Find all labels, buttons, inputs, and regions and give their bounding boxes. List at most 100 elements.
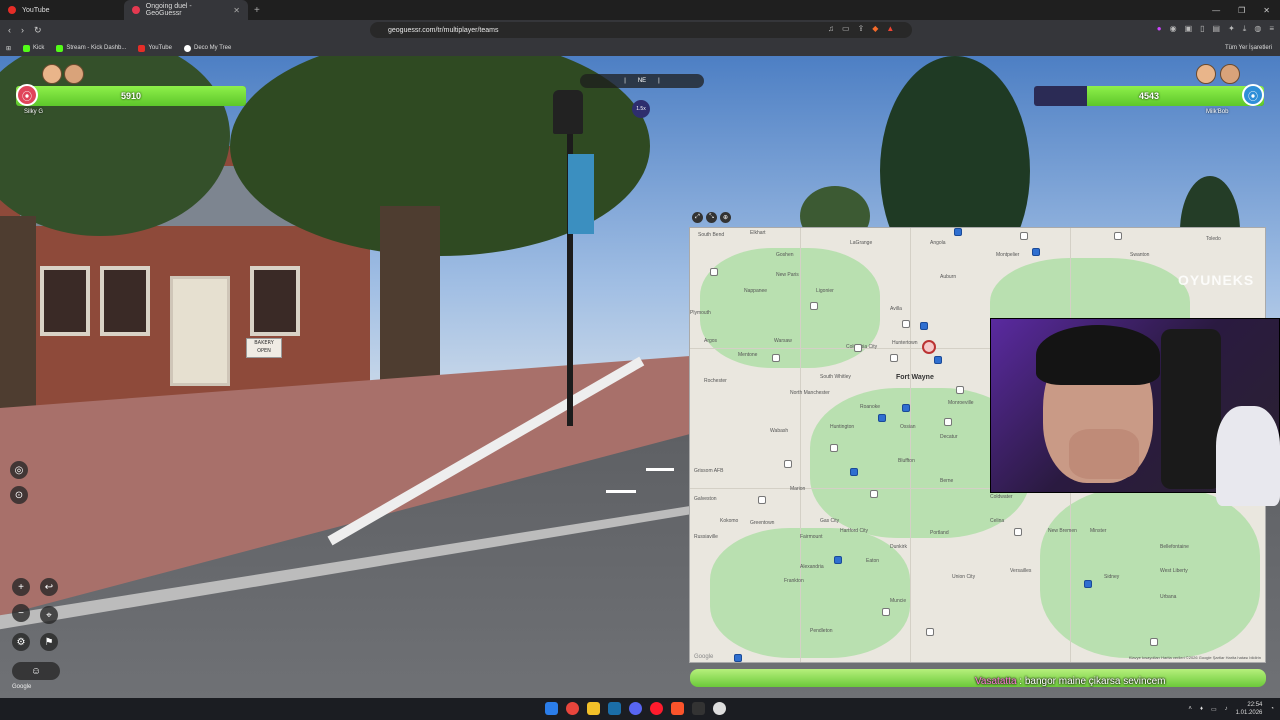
highway-shield-icon — [854, 344, 862, 352]
all-bookmarks[interactable]: Tüm Yer İşaretleri — [1225, 45, 1280, 51]
game-stage[interactable]: BAKERY OPEN | NE | 1.5x 5910 ⦿ Silky G 4… — [0, 56, 1280, 698]
bookmark-label: Deco My Tree — [193, 45, 232, 51]
map-town: Ligonier — [816, 288, 834, 294]
map-town: Eaton — [866, 558, 880, 564]
puzzle-icon[interactable]: ▣ — [1185, 24, 1193, 34]
highway-shield-icon — [830, 444, 838, 452]
bookmark-youtube[interactable]: YouTube — [138, 44, 172, 52]
highway-shield-icon — [784, 460, 792, 468]
window — [250, 266, 300, 336]
lamp-post — [567, 96, 573, 426]
streamer-hand — [1069, 429, 1139, 479]
screen-icon[interactable]: ▭ — [842, 24, 850, 33]
extension-icon[interactable]: ● — [1157, 24, 1162, 34]
bookmark-kick[interactable]: Kick — [23, 44, 44, 52]
close-window-button[interactable]: ✕ — [1263, 6, 1270, 15]
back-button[interactable]: ‹ — [8, 25, 11, 36]
chrome-icon[interactable] — [566, 702, 579, 715]
tab-geoguessr[interactable]: Ongoing duel - GeoGuessr ✕ — [124, 0, 248, 20]
return-to-start-icon[interactable]: ⌖ — [40, 606, 58, 624]
map-town: Swanton — [1130, 252, 1150, 258]
camera-icon[interactable]: ◎ — [10, 461, 28, 479]
volume-icon[interactable]: ♪ — [1225, 706, 1228, 712]
mic-icon[interactable]: ♦ — [1200, 706, 1203, 712]
map-town: Montpelier — [996, 252, 1020, 258]
bookmark-deco-my-tree[interactable]: Deco My Tree — [183, 44, 232, 52]
map-town: Nappanee — [744, 288, 768, 294]
share-icon[interactable]: ⇪ — [858, 24, 865, 33]
interstate-shield-icon — [834, 556, 842, 564]
map-town: West Liberty — [1160, 568, 1188, 574]
time: 22:54 — [1247, 702, 1263, 708]
leo-icon[interactable]: ✦ — [1228, 24, 1235, 34]
map-town: Dunkirk — [890, 544, 907, 550]
chevron-up-icon[interactable]: ˄ — [1188, 706, 1192, 712]
settings-icon[interactable]: ⚙ — [12, 633, 30, 651]
youtube-icon — [8, 6, 16, 14]
flag-icon[interactable]: ⊙ — [10, 486, 28, 504]
chat-text: : bangor maine çikarsa sevincem — [1019, 676, 1166, 687]
notification-icon[interactable]: ◔ — [1270, 706, 1274, 712]
minimize-button[interactable]: — — [1212, 6, 1220, 15]
map-town: Sidney — [1104, 574, 1120, 580]
map-town: Coldwater — [990, 494, 1013, 500]
anime-mascot — [1216, 406, 1280, 506]
wallet-icon[interactable]: ▤ — [1213, 24, 1221, 34]
emote-icon[interactable]: ⚑ — [40, 633, 58, 651]
map-town: Celina — [990, 518, 1005, 524]
reload-button[interactable]: ↻ — [34, 25, 42, 36]
map-town: South Bend — [698, 232, 725, 238]
brave-icon[interactable] — [671, 702, 684, 715]
maximize-button[interactable]: ❐ — [1238, 6, 1245, 15]
compass-tick: | — [658, 78, 660, 84]
close-tab-icon[interactable]: ✕ — [233, 6, 240, 15]
shield-icon[interactable]: ◆ — [872, 24, 878, 33]
tab-label: Ongoing duel - GeoGuessr — [145, 3, 192, 17]
clock[interactable]: 22:54 1.01.2026 — [1236, 701, 1263, 717]
nav-arrow[interactable] — [646, 468, 674, 471]
zoom-out-button[interactable]: − — [12, 604, 30, 622]
map-pin-icon: ⦿ — [1242, 84, 1264, 106]
left-team-score: 5910 — [120, 91, 142, 101]
avatar — [42, 64, 62, 84]
highway-shield-icon — [1114, 232, 1122, 240]
nav-arrow[interactable] — [606, 490, 636, 493]
network-icon[interactable]: ▭ — [1211, 706, 1217, 713]
interstate-shield-icon — [850, 468, 858, 476]
pin-map-icon[interactable]: ⊕ — [720, 212, 731, 223]
bookmark-kick-dashboard[interactable]: Stream - Kick Dashb... — [56, 44, 126, 52]
opera-icon[interactable] — [650, 702, 663, 715]
download-icon[interactable]: ⤓ — [1243, 24, 1247, 34]
steam-icon[interactable] — [608, 702, 621, 715]
chat-icon[interactable]: ◉ — [1170, 24, 1177, 34]
guess-marker[interactable] — [922, 340, 936, 354]
windows-start-icon[interactable] — [545, 702, 558, 715]
highway-shield-icon — [772, 354, 780, 362]
tab-youtube[interactable]: YouTube — [0, 0, 124, 20]
highway-shield-icon — [882, 608, 890, 616]
map-town: Goshen — [776, 252, 794, 258]
tab-label: YouTube — [22, 6, 50, 14]
apps-icon[interactable]: ⊞ — [6, 45, 11, 52]
undo-icon[interactable]: ↩ — [40, 578, 58, 596]
map-town: Versailles — [1010, 568, 1032, 574]
new-tab-button[interactable]: + — [248, 5, 266, 16]
map-green-area — [700, 248, 880, 368]
obs-icon[interactable] — [692, 702, 705, 715]
menu-icon[interactable]: ≡ — [1269, 24, 1274, 34]
brave-rewards-icon[interactable]: ▲ — [886, 24, 894, 33]
sidebar-icon[interactable]: ▯ — [1200, 24, 1204, 34]
forward-button[interactable]: › — [21, 25, 24, 36]
mute-icon[interactable]: ♫ — [828, 24, 834, 33]
map-road — [910, 228, 911, 662]
app-icon[interactable] — [713, 702, 726, 715]
shrink-map-icon[interactable]: ⤡ — [706, 212, 717, 223]
profile-icon[interactable]: ◍ — [1254, 24, 1261, 34]
tab-bar: YouTube Ongoing duel - GeoGuessr ✕ + — ❐… — [0, 0, 1280, 20]
highway-shield-icon — [944, 418, 952, 426]
discord-icon[interactable] — [629, 702, 642, 715]
expand-map-icon[interactable]: ⤢ — [692, 212, 703, 223]
zoom-in-button[interactable]: + — [12, 578, 30, 596]
file-explorer-icon[interactable] — [587, 702, 600, 715]
team-chat-button[interactable]: ☺ — [12, 662, 60, 680]
